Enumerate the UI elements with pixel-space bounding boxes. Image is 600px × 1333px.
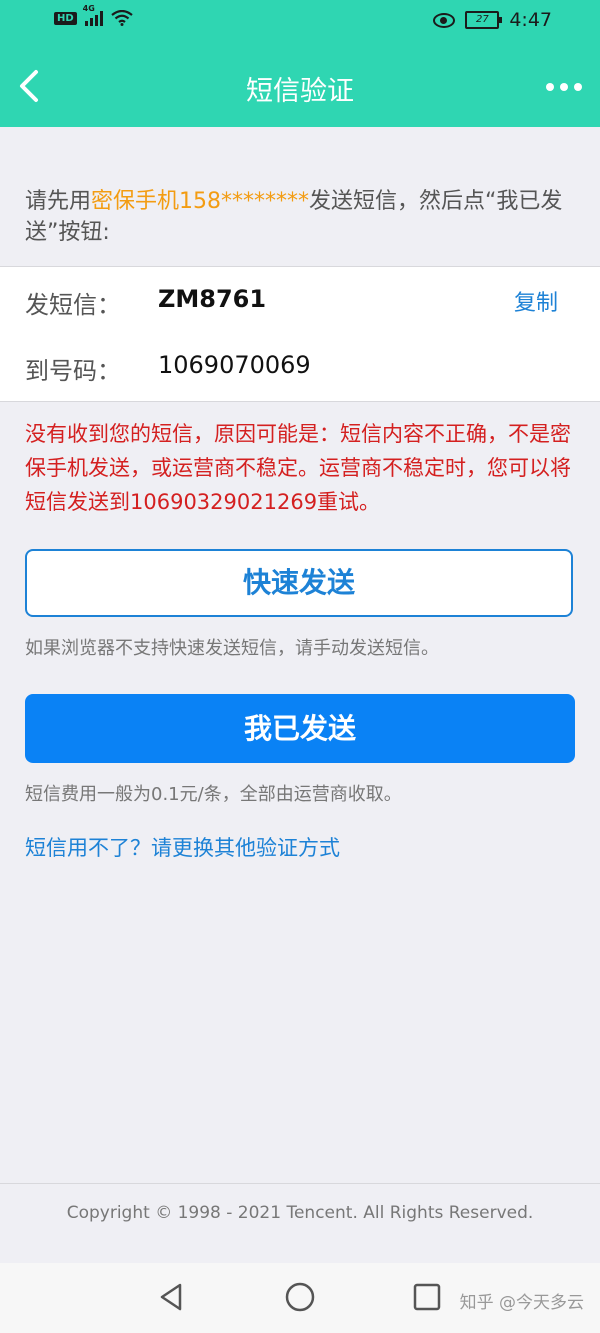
signal-icon: 4G: [83, 4, 103, 26]
target-number-label: 到号码：: [25, 357, 121, 385]
sent-button[interactable]: 我已发送: [25, 694, 575, 763]
alternate-verification-link[interactable]: 短信用不了？请更换其他验证方式: [25, 832, 340, 862]
network-type: 4G: [82, 4, 95, 13]
footer-divider: [0, 1183, 600, 1184]
page-title: 短信验证: [246, 76, 354, 107]
status-right-icons: 27 4:47: [433, 9, 552, 31]
nav-back-button[interactable]: [155, 1280, 189, 1314]
nav-recents-icon: [413, 1283, 441, 1311]
more-icon: [546, 83, 582, 91]
more-button[interactable]: [542, 72, 586, 102]
warning-text: 没有收到您的短信，原因可能是：短信内容不正确，不是密保手机发送，或运营商不稳定。…: [25, 422, 571, 514]
eye-icon: [433, 12, 456, 28]
nav-back-icon: [160, 1283, 182, 1311]
sms-info-card: 发短信： ZM8761 复制 到号码： 1069070069: [0, 266, 600, 402]
status-left-icons: HD 4G: [54, 4, 133, 26]
watermark: 知乎 @今天多云: [459, 1293, 584, 1313]
app-header: 短信验证: [0, 44, 600, 127]
nav-recents-button[interactable]: [410, 1280, 444, 1314]
battery-icon: 27: [465, 11, 503, 29]
secure-phone-number: 密保手机158********: [91, 189, 310, 214]
quick-send-button[interactable]: 快速发送: [25, 549, 573, 617]
nav-home-icon: [285, 1282, 315, 1312]
sms-code: ZM8761: [158, 285, 267, 313]
hd-badge: HD: [54, 11, 77, 25]
instruction-text: 请先用密保手机158********发送短信，然后点“我已发送”按钮:: [25, 186, 580, 248]
copy-button[interactable]: 复制: [514, 285, 558, 317]
status-bar: HD 4G 27 4:47: [0, 0, 600, 44]
system-nav-bar: 知乎 @今天多云: [0, 1263, 600, 1333]
target-number: 1069070069: [158, 351, 311, 379]
wifi-icon: [110, 10, 133, 26]
clock: 4:47: [509, 9, 552, 31]
quick-send-hint: 如果浏览器不支持快速发送短信，请手动发送短信。: [25, 638, 439, 659]
sms-fee-hint: 短信费用一般为0.1元/条，全部由运营商收取。: [25, 784, 402, 805]
instruction-prefix: 请先用: [25, 189, 92, 214]
nav-home-button[interactable]: [283, 1280, 317, 1314]
send-sms-label: 发短信：: [25, 291, 121, 319]
copyright: Copyright © 1998 - 2021 Tencent. All Rig…: [66, 1203, 534, 1223]
